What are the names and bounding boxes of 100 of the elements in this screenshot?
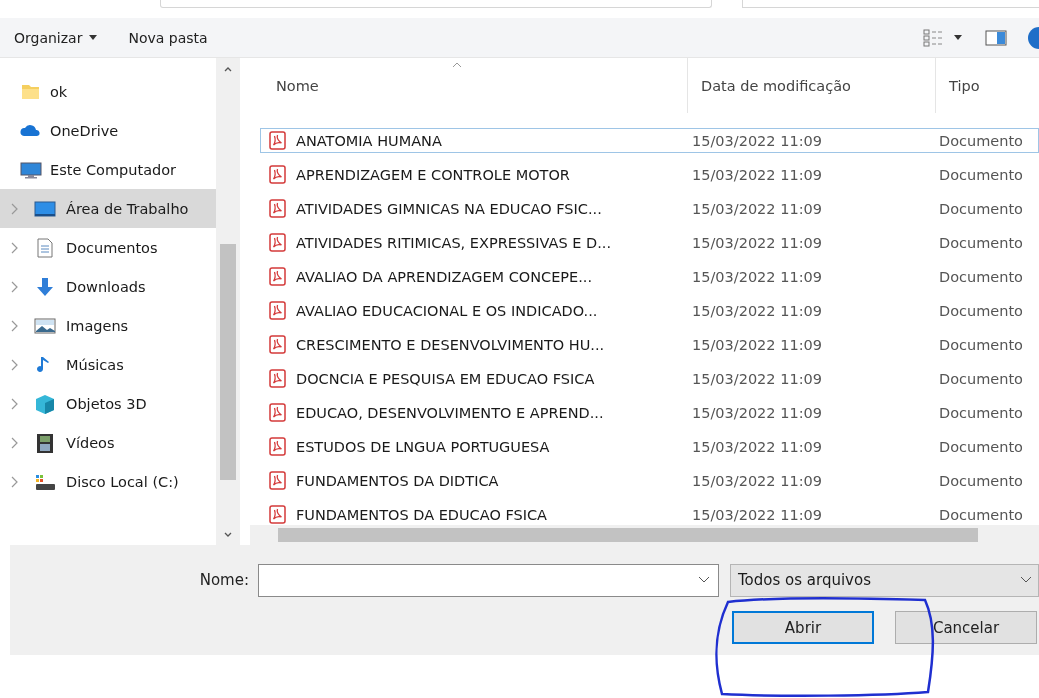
file-name: ANATOMIA HUMANA — [296, 132, 442, 149]
pdf-file-icon — [269, 233, 286, 252]
pdf-file-icon — [269, 131, 286, 150]
file-type: Documento — [939, 200, 1023, 217]
file-name: DOCNCIA E PESQUISA EM EDUCAO FSICA — [296, 370, 595, 387]
file-name: ESTUDOS DE LNGUA PORTUGUESA — [296, 438, 550, 455]
modified-date: 15/03/2022 11:09 — [692, 472, 822, 489]
caret-icon — [953, 33, 963, 42]
pdf-file-icon — [269, 267, 286, 286]
pdf-file-icon — [269, 199, 286, 218]
vertical-scrollbar[interactable] — [216, 58, 240, 545]
computer-icon — [20, 159, 42, 180]
pdf-file-icon — [269, 471, 286, 490]
file-name: AVALIAO DA APRENDIZAGEM CONCEPE... — [296, 268, 593, 285]
chevron-icon — [10, 475, 18, 488]
scroll-down-icon — [224, 531, 232, 537]
file-row[interactable]: CRESCIMENTO E DESENVOLVIMENTO HU... 15/03/2022 11:09 Documento — [260, 332, 1039, 357]
file-row[interactable]: AVALIAO EDUCACIONAL E OS INDICADO... 15/03/2022 11:09 Documento — [260, 298, 1039, 323]
column-header[interactable]: Data de modificação — [688, 58, 936, 113]
open-button[interactable]: Abrir — [732, 611, 874, 644]
file-row[interactable]: ANATOMIA HUMANA 15/03/2022 11:09 Documento — [260, 128, 1039, 153]
chevron-icon — [10, 241, 18, 254]
pdf-file-icon — [269, 335, 286, 354]
file-name: ATIVIDADES GIMNICAS NA EDUCAO FSIC... — [296, 200, 602, 217]
file-row[interactable]: ATIVIDADES RITIMICAS, EXPRESSIVAS E D... 15/03/2022 11:09 Documento — [260, 230, 1039, 255]
chevron-icon — [10, 319, 18, 332]
sidebar-item[interactable]: Área de Trabalho — [0, 189, 216, 228]
file-name: CRESCIMENTO E DESENVOLVIMENTO HU... — [296, 336, 605, 353]
scroll-up-icon — [224, 66, 232, 72]
file-type: Documento — [939, 506, 1023, 523]
view-list-icon — [923, 28, 945, 47]
file-name: EDUCAO, DESENVOLVIMENTO E APREND... — [296, 404, 604, 421]
sidebar-item[interactable]: Imagens — [0, 306, 216, 345]
sidebar-item[interactable]: Objetos 3D — [0, 384, 216, 423]
chevron-icon — [10, 358, 18, 371]
pdf-file-icon — [269, 165, 286, 184]
file-type: Documento — [939, 336, 1023, 353]
sidebar-item[interactable]: Downloads — [0, 267, 216, 306]
pdf-file-icon — [269, 403, 286, 422]
file-type: Documento — [939, 132, 1023, 149]
pdf-file-icon — [269, 437, 286, 456]
modified-date: 15/03/2022 11:09 — [692, 234, 822, 251]
modified-date: 15/03/2022 11:09 — [692, 404, 822, 421]
modified-date: 15/03/2022 11:09 — [692, 336, 822, 353]
view-options-button[interactable] — [921, 26, 965, 49]
file-name: FUNDAMENTOS DA DIDTICA — [296, 472, 499, 489]
column-header[interactable]: Nome — [250, 58, 688, 113]
file-type: Documento — [939, 438, 1023, 455]
file-type: Documento — [939, 404, 1023, 421]
new-folder-button[interactable]: Nova pasta — [120, 25, 216, 50]
download-arrow-icon — [34, 276, 56, 297]
pdf-file-icon — [269, 505, 286, 524]
cancel-button[interactable]: Cancelar — [895, 611, 1037, 644]
file-row[interactable]: EDUCAO, DESENVOLVIMENTO E APREND... 15/03/2022 11:09 Documento — [260, 400, 1039, 425]
file-row[interactable]: APRENDIZAGEM E CONTROLE MOTOR 15/03/2022 11:09 Documento — [260, 162, 1039, 187]
chevron-icon — [10, 397, 18, 410]
modified-date: 15/03/2022 11:09 — [692, 506, 822, 523]
file-name: APRENDIZAGEM E CONTROLE MOTOR — [296, 166, 570, 183]
file-name-field[interactable] — [258, 563, 719, 597]
modified-date: 15/03/2022 11:09 — [692, 438, 822, 455]
file-type-dropdown[interactable]: Todos os arquivos — [730, 563, 1039, 597]
sidebar-item[interactable]: Este Computador — [0, 150, 216, 189]
modified-date: 15/03/2022 11:09 — [692, 132, 822, 149]
sidebar-item[interactable]: Músicas — [0, 345, 216, 384]
pane-icon — [985, 28, 1007, 47]
sidebar-item[interactable]: Disco Local (C:) — [0, 462, 216, 501]
horizontal-scrollbar[interactable] — [250, 525, 1039, 545]
file-type: Documento — [939, 370, 1023, 387]
modified-date: 15/03/2022 11:09 — [692, 370, 822, 387]
modified-date: 15/03/2022 11:09 — [692, 166, 822, 183]
file-row[interactable]: FUNDAMENTOS DA EDUCAO FSICA 15/03/2022 11:09 Documento — [260, 502, 1039, 525]
sidebar-item[interactable]: Documentos — [0, 228, 216, 267]
file-row[interactable]: DOCNCIA E PESQUISA EM EDUCAO FSICA 15/03/2022 11:09 Documento — [260, 366, 1039, 391]
file-name: AVALIAO EDUCACIONAL E OS INDICADO... — [296, 302, 598, 319]
file-row[interactable]: AVALIAO DA APRENDIZAGEM CONCEPE... 15/03/2022 11:09 Documento — [260, 264, 1039, 289]
dropdown-chevron-icon — [698, 576, 710, 584]
sidebar-item[interactable]: Vídeos — [0, 423, 216, 462]
picture-icon — [34, 315, 56, 336]
file-type: Documento — [939, 234, 1023, 251]
file-row[interactable]: ESTUDOS DE LNGUA PORTUGUESA 15/03/2022 11:09 Documento — [260, 434, 1039, 459]
sidebar-item[interactable]: ok — [0, 72, 216, 111]
file-name: ATIVIDADES RITIMICAS, EXPRESSIVAS E D... — [296, 234, 612, 251]
field-label: Nome: — [198, 571, 250, 589]
file-type: Documento — [939, 472, 1023, 489]
cube-icon — [34, 393, 56, 414]
organize-menu-button[interactable]: Organizar — [6, 25, 107, 50]
dropdown-chevron-icon — [1020, 576, 1032, 584]
file-name: FUNDAMENTOS DA EDUCAO FSICA — [296, 506, 548, 523]
chevron-icon — [10, 280, 18, 293]
file-row[interactable]: ATIVIDADES GIMNICAS NA EDUCAO FSIC... 15/03/2022 11:09 Documento — [260, 196, 1039, 221]
sidebar-item[interactable]: OneDrive — [0, 111, 216, 150]
pdf-file-icon — [269, 369, 286, 388]
file-row[interactable]: FUNDAMENTOS DA DIDTICA 15/03/2022 11:09 Documento — [260, 468, 1039, 493]
chevron-icon — [10, 202, 18, 215]
modified-date: 15/03/2022 11:09 — [692, 200, 822, 217]
document-icon — [34, 237, 56, 258]
column-header[interactable]: Tipo — [936, 58, 1039, 113]
file-type: Documento — [939, 268, 1023, 285]
caret-icon — [88, 33, 99, 42]
modified-date: 15/03/2022 11:09 — [692, 302, 822, 319]
